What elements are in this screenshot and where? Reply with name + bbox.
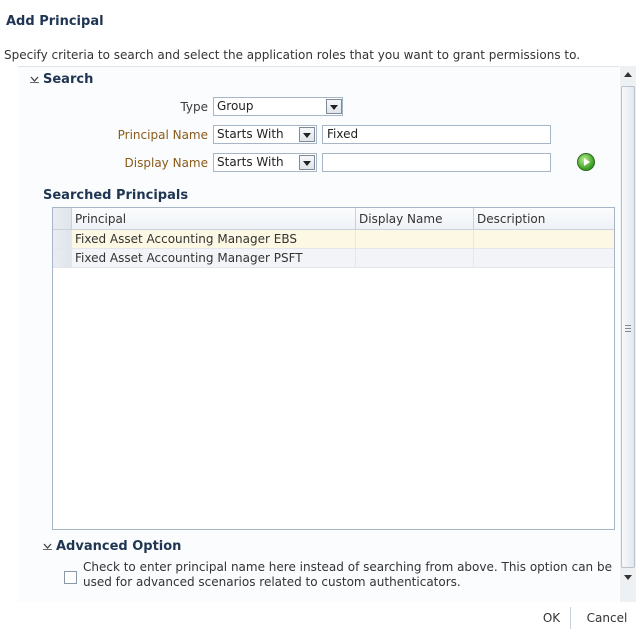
vertical-scrollbar[interactable] — [620, 66, 636, 602]
dropdown-arrow-icon[interactable] — [299, 127, 315, 142]
instruction-text: Specify criteria to search and select th… — [4, 48, 581, 62]
grip-icon — [625, 325, 631, 332]
chevron-down-icon — [43, 543, 52, 550]
display-name-cell — [355, 230, 473, 249]
advanced-option-checkbox[interactable] — [64, 571, 77, 584]
dialog-title: Add Principal — [6, 14, 104, 29]
ok-button[interactable]: OK — [533, 607, 571, 629]
description-cell — [473, 249, 614, 268]
row-handle[interactable] — [53, 249, 71, 267]
cancel-button[interactable]: Cancel — [578, 607, 636, 629]
chevron-down-icon — [30, 76, 39, 83]
display-name-label: Display Name — [124, 156, 208, 170]
principal-name-operator-select[interactable]: Starts With — [213, 125, 317, 144]
advanced-option-text: Check to enter principal name here inste… — [83, 560, 612, 589]
display-name-operator-select[interactable]: Starts With — [213, 153, 317, 172]
go-arrow-icon[interactable] — [577, 153, 595, 171]
principals-table: Principal Display Name Description Fixed… — [52, 207, 615, 530]
display-name-cell — [355, 249, 473, 268]
table-header-row: Principal Display Name Description — [53, 208, 614, 230]
searched-principals-header: Searched Principals — [43, 188, 189, 203]
principal-name-label: Principal Name — [117, 128, 208, 142]
type-label: Type — [180, 100, 208, 114]
type-select-value: Group — [217, 99, 254, 113]
search-section-title: Search — [43, 72, 94, 87]
advanced-option-title: Advanced Option — [56, 539, 182, 554]
column-header-principal[interactable]: Principal — [71, 208, 355, 230]
table-row[interactable]: Fixed Asset Accounting Manager PSFT — [53, 249, 614, 268]
type-select[interactable]: Group — [213, 97, 343, 116]
principal-name-operator-value: Starts With — [217, 127, 284, 141]
scroll-up-arrow-icon[interactable] — [620, 66, 636, 82]
description-cell — [473, 230, 614, 249]
display-name-operator-value: Starts With — [217, 155, 284, 169]
search-section-header[interactable]: Search — [30, 70, 93, 90]
header-row-handle — [53, 208, 71, 229]
scroll-down-arrow-icon[interactable] — [620, 570, 636, 586]
column-header-description[interactable]: Description — [473, 208, 614, 230]
dropdown-arrow-icon[interactable] — [326, 99, 342, 114]
row-handle[interactable] — [53, 230, 71, 248]
dropdown-arrow-icon[interactable] — [299, 155, 315, 170]
principal-cell: Fixed Asset Accounting Manager PSFT — [71, 249, 355, 268]
scrollbar-thumb[interactable] — [621, 86, 635, 568]
display-name-input[interactable] — [322, 153, 551, 172]
principal-cell: Fixed Asset Accounting Manager EBS — [71, 230, 355, 249]
advanced-option-header[interactable]: Advanced Option — [43, 537, 181, 557]
column-header-display-name[interactable]: Display Name — [355, 208, 473, 230]
principal-name-input[interactable]: Fixed — [322, 125, 551, 144]
table-row[interactable]: Fixed Asset Accounting Manager EBS — [53, 230, 614, 249]
